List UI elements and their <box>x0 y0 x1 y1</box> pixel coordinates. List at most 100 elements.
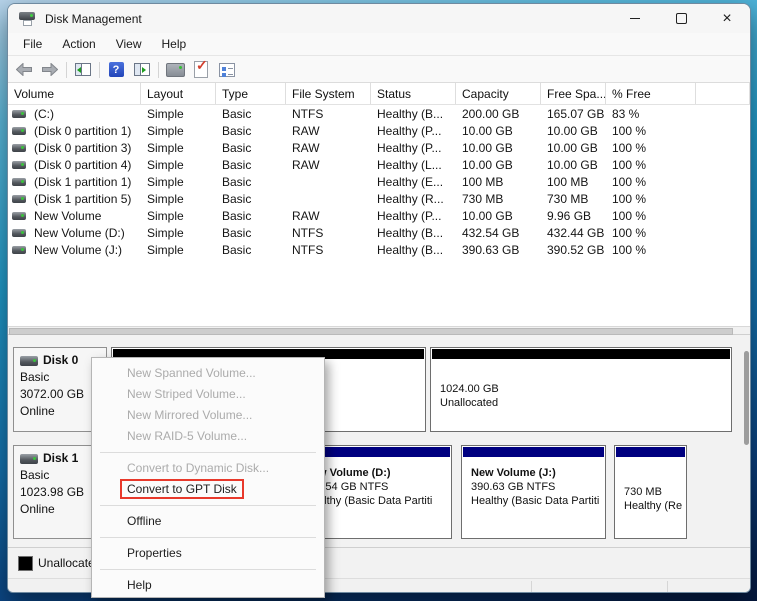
horizontal-scrollbar-thumb[interactable] <box>9 328 733 335</box>
back-button[interactable] <box>14 60 34 80</box>
block-label: Unallocated <box>440 397 499 409</box>
disk0-unallocated-block-2[interactable]: 1024.00 GB Unallocated <box>430 347 732 432</box>
volume-icon <box>12 211 26 220</box>
volume-type: Basic <box>222 174 252 189</box>
volume-filesystem: RAW <box>292 157 320 172</box>
menu-item-help[interactable]: Help <box>92 575 324 596</box>
console-tree-button[interactable] <box>73 60 93 80</box>
column-header-filesystem[interactable]: File System <box>286 83 371 104</box>
column-header-layout[interactable]: Layout <box>141 83 216 104</box>
volume-pctfree: 100 % <box>612 157 647 172</box>
table-row[interactable]: (Disk 1 partition 1) Simple Basic Health… <box>8 173 750 190</box>
unallocated-swatch <box>18 556 33 571</box>
volume-name: New Volume (D:) <box>34 225 125 240</box>
volume-status: Healthy (P... <box>377 208 442 223</box>
volume-status: Healthy (B... <box>377 242 444 257</box>
column-header-capacity[interactable]: Capacity <box>456 83 541 104</box>
toolbar-separator <box>66 61 67 78</box>
table-row[interactable]: New Volume Simple Basic RAW Healthy (P..… <box>8 207 750 224</box>
forward-button[interactable] <box>40 60 60 80</box>
volume-free: 9.96 GB <box>547 208 592 223</box>
column-header-type[interactable]: Type <box>216 83 286 104</box>
title-bar[interactable]: Disk Management × <box>8 4 750 33</box>
volume-layout: Simple <box>147 242 184 257</box>
menu-item-offline[interactable]: Offline <box>92 511 324 532</box>
volume-status: Healthy (E... <box>377 174 444 189</box>
volume-status: Healthy (B... <box>377 225 444 240</box>
check-document-icon: ✓ <box>194 58 208 78</box>
column-header-pctfree[interactable]: % Free <box>606 83 696 104</box>
menu-action[interactable]: Action <box>52 33 105 55</box>
status-separator <box>667 581 668 592</box>
menu-item-new-mirrored-volume: New Mirrored Volume... <box>127 408 253 422</box>
volume-status: Healthy (P... <box>377 140 442 155</box>
table-row[interactable]: (Disk 0 partition 3) Simple Basic RAW He… <box>8 139 750 156</box>
volume-free: 390.52 GB <box>547 242 605 257</box>
volume-capacity: 10.00 GB <box>462 123 513 138</box>
minimize-icon <box>630 18 640 19</box>
table-row[interactable]: New Volume (D:) Simple Basic NTFS Health… <box>8 224 750 241</box>
block-title: New Volume (J:) <box>471 467 556 479</box>
disk1-recovery-block[interactable]: 730 MB Healthy (Re <box>614 445 687 539</box>
volume-icon <box>12 228 26 237</box>
block-title: New Volume (D:) <box>304 467 391 479</box>
highlight-box: Convert to GPT Disk <box>120 479 244 499</box>
vertical-scrollbar-thumb[interactable] <box>744 351 749 445</box>
check-document-button[interactable]: ✓ <box>191 58 211 80</box>
back-arrow-icon <box>16 63 32 76</box>
volume-type: Basic <box>222 208 252 223</box>
volume-name: (C:) <box>34 106 54 121</box>
help-button[interactable]: ? <box>106 60 126 80</box>
display-icon <box>165 62 185 77</box>
close-icon: × <box>722 9 732 27</box>
menu-item-convert-to-gpt-disk[interactable]: Convert to GPT Disk <box>92 479 324 500</box>
window-controls: × <box>612 4 750 33</box>
column-header-status[interactable]: Status <box>371 83 456 104</box>
table-row[interactable]: (Disk 0 partition 1) Simple Basic RAW He… <box>8 122 750 139</box>
volume-capacity: 10.00 GB <box>462 140 513 155</box>
block-status: Healthy (Basic Data Partiti <box>471 495 600 507</box>
menu-item-new-striped-volume: New Striped Volume... <box>127 387 246 401</box>
volume-icon <box>12 194 26 203</box>
volume-free: 165.07 GB <box>547 106 605 121</box>
volume-pctfree: 100 % <box>612 225 647 240</box>
volume-type: Basic <box>222 242 252 257</box>
minimize-button[interactable] <box>612 4 658 33</box>
block-size: 730 MB <box>624 485 662 498</box>
menu-file[interactable]: File <box>13 33 52 55</box>
menu-help[interactable]: Help <box>152 33 197 55</box>
volume-layout: Simple <box>147 174 184 189</box>
table-row[interactable]: (C:) Simple Basic NTFS Healthy (B... 200… <box>8 105 750 122</box>
table-row[interactable]: (Disk 1 partition 5) Simple Basic Health… <box>8 190 750 207</box>
volume-filesystem: NTFS <box>292 106 324 121</box>
menu-item-properties[interactable]: Properties <box>92 543 324 564</box>
unallocated-strip <box>432 349 730 359</box>
volume-type: Basic <box>222 225 252 240</box>
volume-icon <box>12 143 26 152</box>
column-header-volume[interactable]: Volume <box>8 83 141 104</box>
volume-free: 10.00 GB <box>547 157 598 172</box>
status-separator <box>531 581 532 592</box>
block-status: Healthy (Re <box>624 499 683 512</box>
column-header-freespace[interactable]: Free Spa... <box>541 83 606 104</box>
close-button[interactable]: × <box>704 4 750 33</box>
volume-type: Basic <box>222 123 252 138</box>
checklist-icon <box>219 62 235 77</box>
action-pane-button[interactable] <box>132 60 152 80</box>
toolbar: ? ✓ <box>8 57 750 83</box>
maximize-button[interactable] <box>658 4 704 33</box>
table-row[interactable]: (Disk 0 partition 4) Simple Basic RAW He… <box>8 156 750 173</box>
volume-status: Healthy (B... <box>377 106 444 121</box>
volume-free: 10.00 GB <box>547 123 598 138</box>
menu-view[interactable]: View <box>106 33 152 55</box>
disk1-volume-j-block[interactable]: New Volume (J:) 390.63 GB NTFS Healthy (… <box>461 445 606 539</box>
volume-free: 100 MB <box>547 174 589 189</box>
volume-filesystem: NTFS <box>292 225 324 240</box>
display-list-button[interactable] <box>165 60 185 80</box>
volume-name: (Disk 0 partition 4) <box>34 157 132 172</box>
table-row[interactable]: New Volume (J:) Simple Basic NTFS Health… <box>8 241 750 258</box>
disk-icon <box>20 453 38 464</box>
horizontal-scrollbar[interactable] <box>8 326 750 335</box>
checklist-button[interactable] <box>217 60 237 80</box>
volume-pctfree: 100 % <box>612 123 647 138</box>
